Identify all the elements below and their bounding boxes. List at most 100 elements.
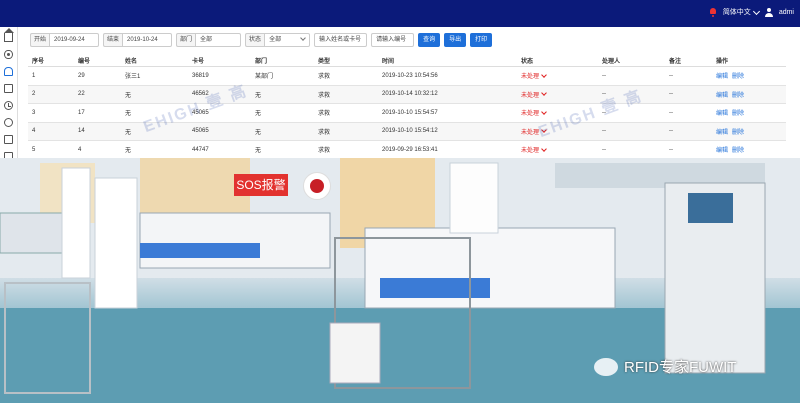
sos-alert-badge: SOS报警: [234, 174, 288, 196]
edit-link[interactable]: 编辑: [716, 145, 728, 154]
status-dropdown[interactable]: 未处理: [521, 86, 547, 104]
cell-handler: --: [602, 128, 606, 135]
delete-link[interactable]: 删除: [732, 71, 744, 80]
cell-card: 45065: [192, 128, 209, 135]
settings-icon[interactable]: [4, 118, 13, 127]
bed-rail: [140, 243, 260, 258]
department-label: 部门: [176, 33, 196, 47]
edit-link[interactable]: 编辑: [716, 108, 728, 117]
chevron-down-icon: [300, 35, 306, 41]
cell-department: 无: [255, 111, 262, 118]
status-label: 状态: [245, 33, 265, 47]
header-card: 卡号: [192, 59, 205, 65]
cell-department: 无: [255, 129, 262, 136]
language-label: 简体中文: [722, 9, 751, 16]
header-time: 时间: [382, 59, 395, 65]
language-selector[interactable]: 简体中文: [722, 7, 760, 17]
header-department: 部门: [255, 59, 268, 65]
number-search-input[interactable]: 请输入编号: [371, 33, 415, 47]
cell-card: 36819: [192, 72, 209, 79]
status-dropdown[interactable]: 未处理: [521, 67, 547, 85]
table-row: 2 22 无 46562 无 求救 2019-10-14 10:32:12 未处…: [28, 85, 786, 104]
home-icon[interactable]: [4, 28, 14, 42]
cell-time: 2019-10-14 10:32:12: [382, 91, 438, 98]
monitor-icon[interactable]: [4, 84, 13, 93]
cell-remark: --: [669, 146, 673, 153]
header-status: 状态: [521, 59, 534, 65]
header-number: 编号: [78, 59, 91, 65]
cell-name: 张三1: [125, 74, 141, 81]
alarm-bell-icon[interactable]: [709, 7, 717, 17]
header-actions: 操作: [716, 59, 729, 65]
cell-name: 无: [125, 111, 132, 118]
edit-link[interactable]: 编辑: [716, 127, 728, 136]
delete-link[interactable]: 删除: [732, 90, 744, 99]
table-header: 序号 编号 姓名 卡号 部门 类型 时间 状态 处理人 备注 操作: [28, 55, 786, 67]
status-value: 未处理: [521, 92, 540, 99]
header-handler: 处理人: [602, 59, 621, 65]
cell-index: 2: [32, 91, 36, 98]
cell-number: 22: [78, 91, 85, 98]
alarm-icon[interactable]: [4, 67, 13, 76]
status-select[interactable]: 全部: [264, 33, 311, 47]
cell-actions: 编辑 删除: [716, 86, 748, 104]
nurse: [94, 177, 138, 309]
end-date-field[interactable]: 2019-10-24: [122, 33, 173, 47]
header-index: 序号: [32, 59, 45, 65]
nurse: [449, 162, 499, 234]
name-card-search-input[interactable]: 输入姓名或卡号: [314, 33, 368, 47]
cell-remark: --: [669, 91, 673, 98]
table-row: 1 29 张三1 36819 某部门 求救 2019-10-23 10:54:5…: [28, 67, 786, 86]
cell-handler: --: [602, 146, 606, 153]
cell-department: 无: [255, 92, 262, 99]
cell-index: 1: [32, 72, 36, 79]
start-date-field[interactable]: 2019-09-24: [49, 33, 100, 47]
cell-time: 2019-10-10 15:54:57: [382, 109, 438, 116]
export-button[interactable]: 导出: [444, 33, 467, 47]
cell-remark: --: [669, 128, 673, 135]
ventilator-screen: [688, 193, 733, 223]
cell-name: 无: [125, 92, 132, 99]
cell-type: 求救: [318, 92, 331, 99]
chevron-down-icon: [752, 7, 760, 16]
cell-index: 3: [32, 109, 36, 116]
cell-name: 无: [125, 129, 132, 136]
cell-department: 无: [255, 148, 262, 155]
delete-link[interactable]: 删除: [732, 145, 744, 154]
status-value: 未处理: [521, 74, 540, 81]
user-name[interactable]: admi: [779, 9, 794, 16]
bed: [139, 212, 331, 269]
cell-remark: --: [669, 109, 673, 116]
chevron-down-icon: [541, 90, 547, 97]
header-type: 类型: [318, 59, 331, 65]
cell-name: 无: [125, 148, 132, 155]
cell-actions: 编辑 删除: [716, 67, 748, 85]
header-remark: 备注: [669, 59, 682, 65]
edit-link[interactable]: 编辑: [716, 90, 728, 99]
cell-type: 求救: [318, 111, 331, 118]
cell-number: 17: [78, 109, 85, 116]
wechat-icon: [594, 357, 618, 376]
cell-actions: 编辑 删除: [716, 141, 748, 159]
cell-index: 5: [32, 146, 36, 153]
delete-link[interactable]: 删除: [732, 127, 744, 136]
status-dropdown[interactable]: 未处理: [521, 141, 547, 159]
chevron-down-icon: [541, 108, 547, 115]
cell-type: 求救: [318, 148, 331, 155]
cell-department: 某部门: [255, 74, 274, 81]
table-row: 5 4 无 44747 无 求救 2019-09-29 16:53:41 未处理…: [28, 141, 786, 160]
brand-caption: RFID专家FUWIT: [594, 356, 736, 377]
document-icon[interactable]: [4, 135, 13, 144]
cell-actions: 编辑 删除: [716, 123, 748, 141]
user-icon[interactable]: [764, 7, 773, 17]
history-icon[interactable]: [4, 101, 13, 110]
waste-bin: [329, 322, 381, 384]
query-button[interactable]: 查询: [418, 33, 441, 47]
chevron-down-icon: [541, 71, 547, 78]
department-field[interactable]: 全部: [195, 33, 242, 47]
eye-icon[interactable]: [4, 50, 13, 59]
edit-link[interactable]: 编辑: [716, 71, 728, 80]
print-button[interactable]: 打印: [470, 33, 493, 47]
delete-link[interactable]: 删除: [732, 108, 744, 117]
cell-index: 4: [32, 128, 36, 135]
